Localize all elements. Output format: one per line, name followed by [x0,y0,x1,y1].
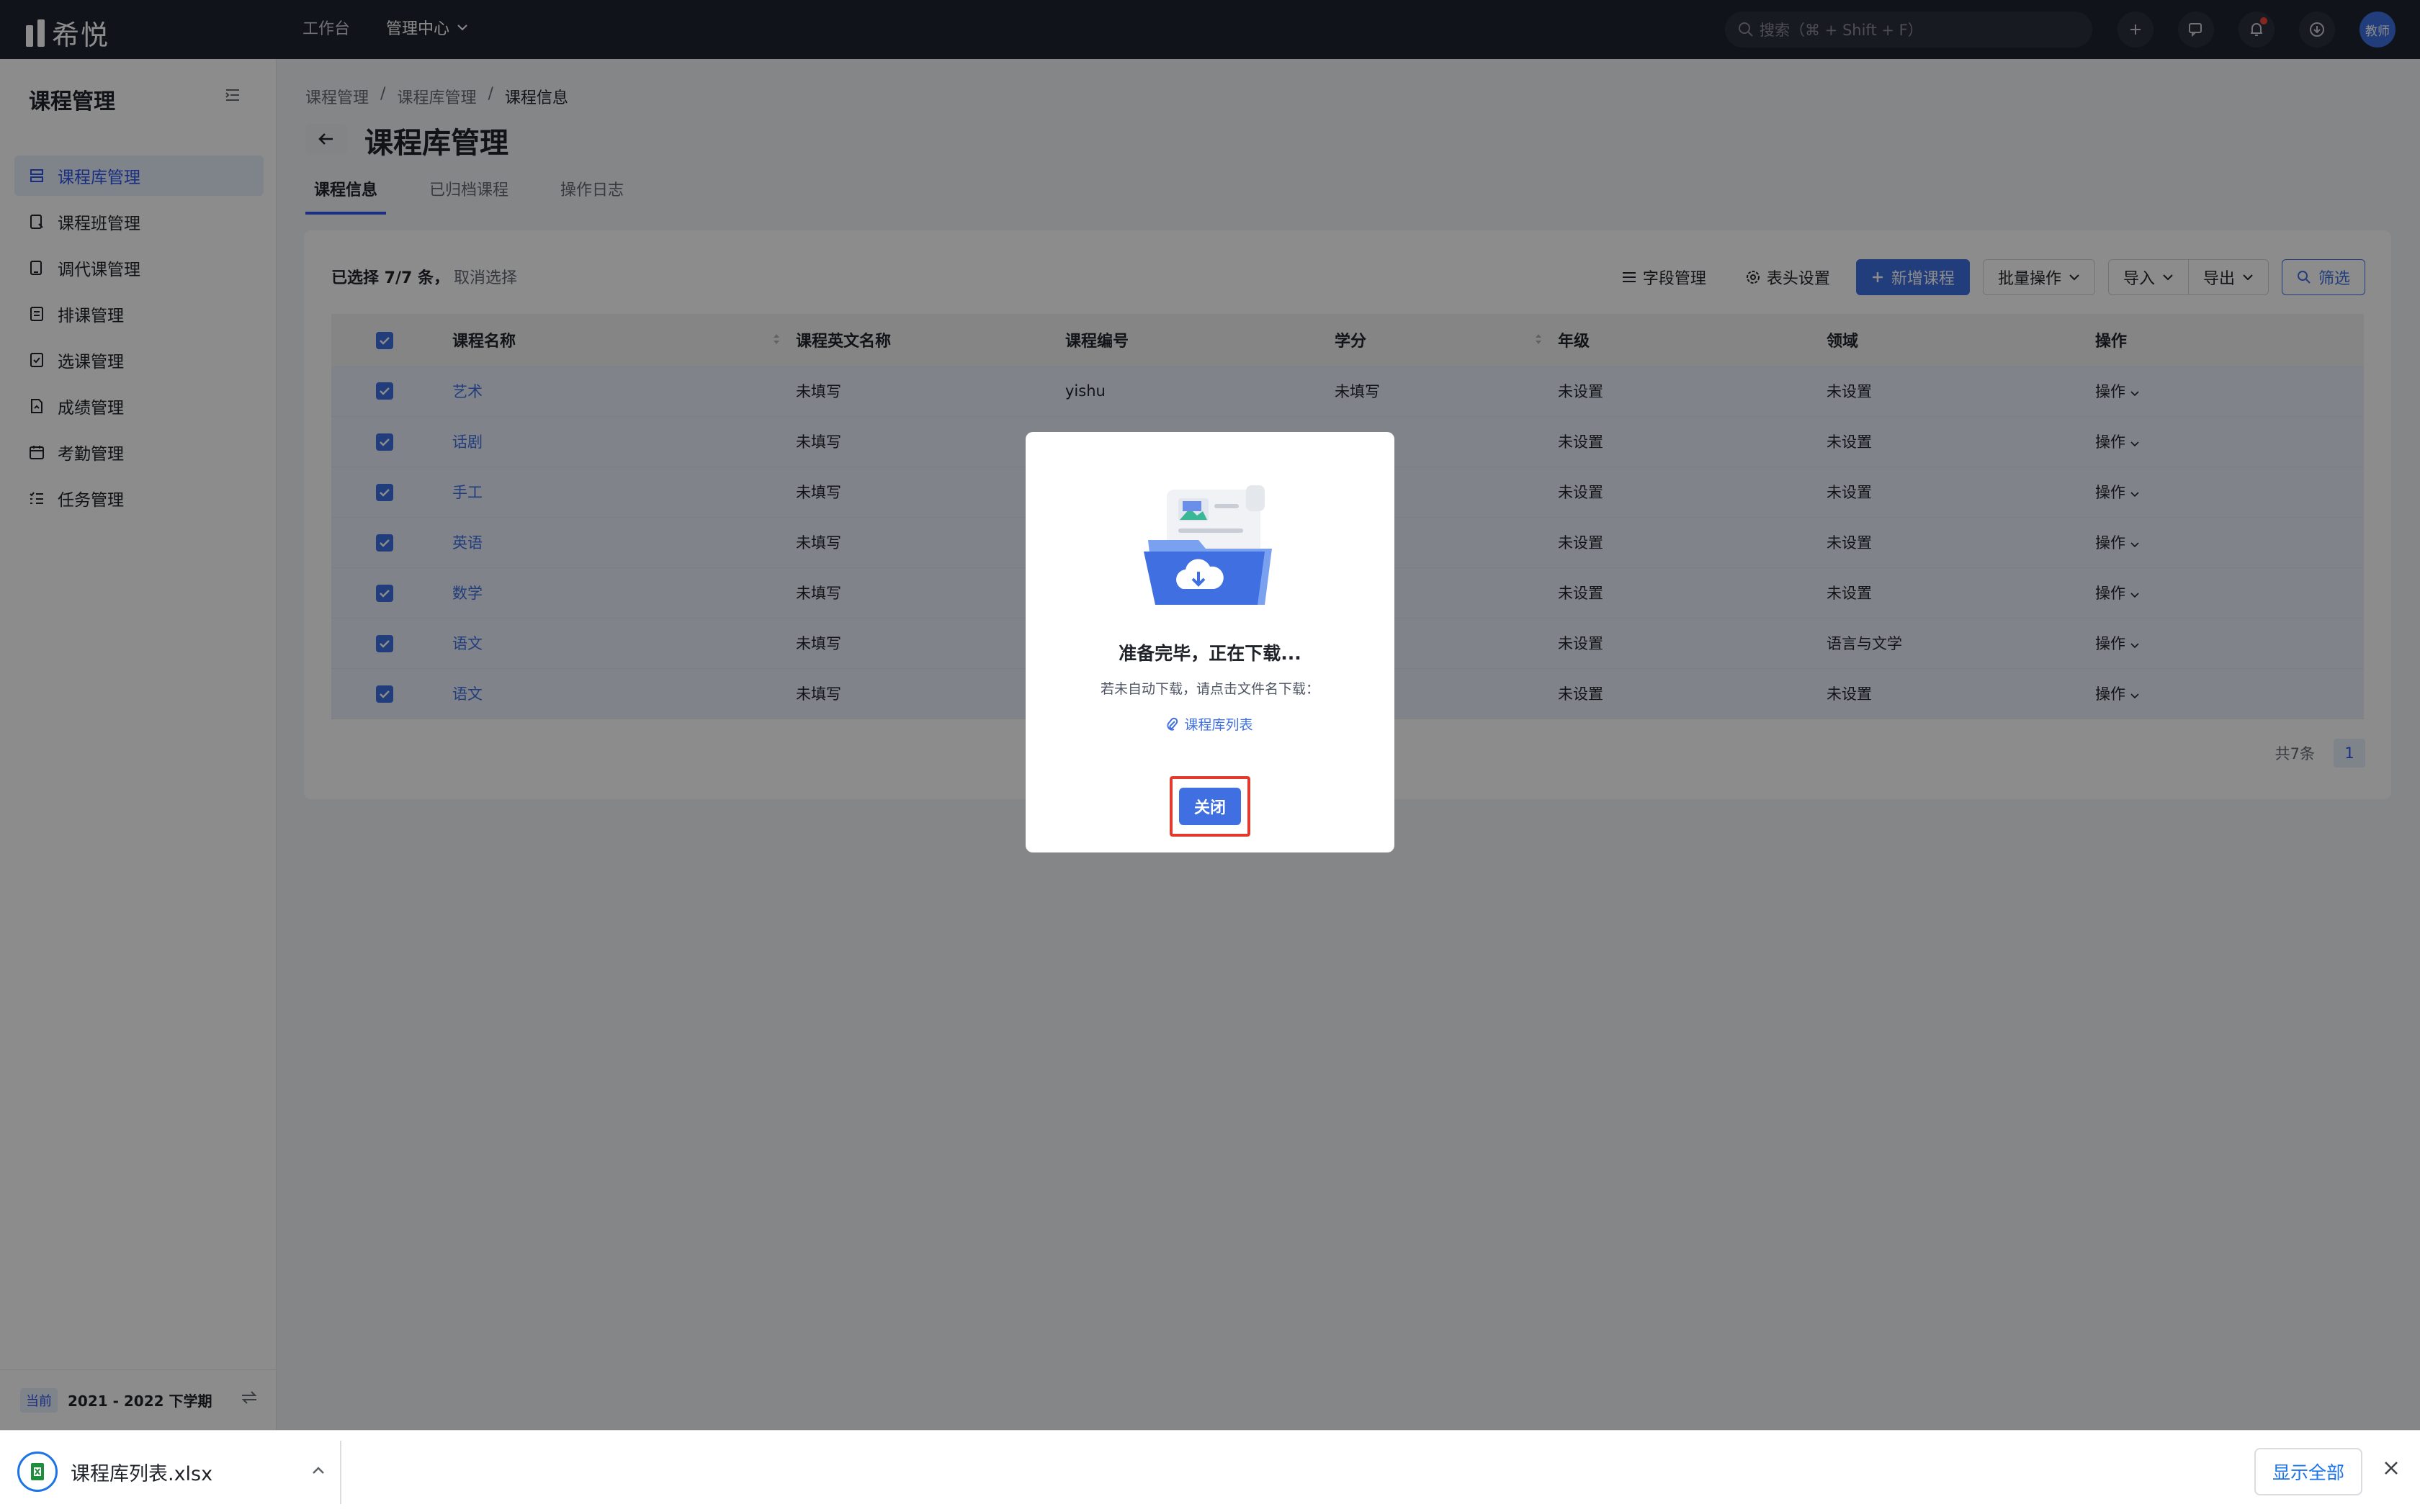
show-all-button[interactable]: 显示全部 [2254,1448,2362,1495]
dialog-title: 准备完毕，正在下载... [1119,643,1301,664]
download-item[interactable]: 课程库列表.xlsx [17,1445,340,1498]
download-dialog: 准备完毕，正在下载... 若未自动下载，请点击文件名下载： 课程库列表 关闭 [1026,432,1394,852]
close-icon[interactable] [2383,1459,2400,1477]
download-file-link[interactable]: 课程库列表 [1026,714,1394,734]
download-bar-divider [340,1441,341,1504]
download-file-name: 课程库列表.xlsx [71,1462,213,1485]
dialog-subtitle: 若未自动下载，请点击文件名下载： [1100,681,1319,697]
download-file-link-label: 课程库列表 [1184,717,1253,733]
close-button-highlight: 关闭 [1170,776,1250,837]
paperclip-icon [1167,717,1178,731]
download-bar: 课程库列表.xlsx 显示全部 [0,1430,2420,1512]
folder-download-illustration [1144,485,1272,605]
close-button[interactable]: 关闭 [1179,788,1241,825]
excel-file-icon [17,1452,58,1492]
chevron-up-icon[interactable] [311,1462,326,1480]
